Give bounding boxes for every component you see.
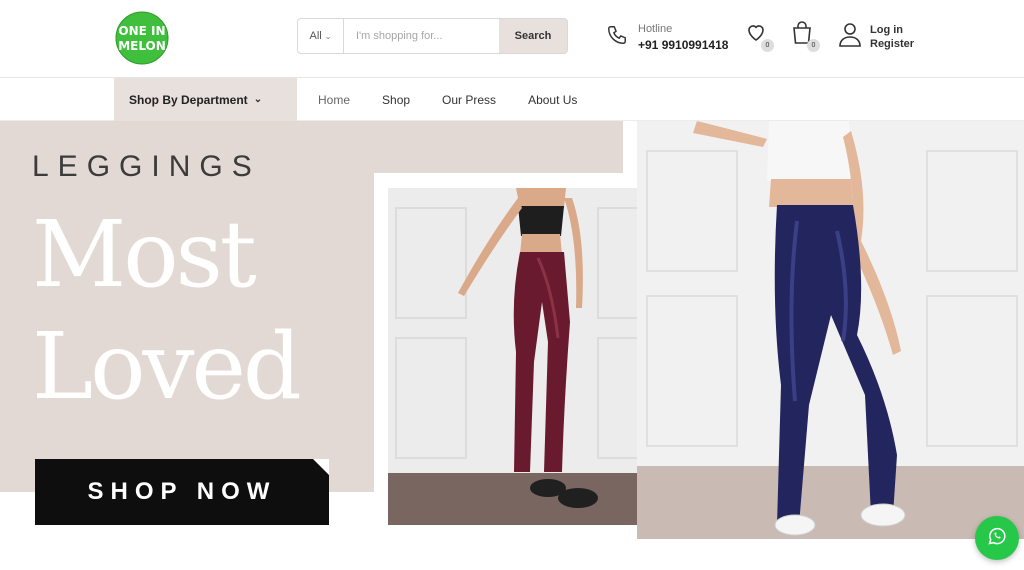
hero-photo-navy-leggings	[637, 121, 1024, 539]
search-input[interactable]	[344, 19, 499, 53]
hero-headline-line2: Loved	[32, 313, 302, 420]
whatsapp-icon	[987, 526, 1007, 551]
account-links: Log in Register	[838, 21, 914, 52]
hotline-label: Hotline	[638, 22, 673, 35]
hero-headline-line1: Most	[32, 201, 257, 308]
main-nav: Shop By Department ⌄ Home Shop Our Press…	[0, 78, 1024, 121]
user-icon	[838, 21, 862, 52]
search-bar: All ⌄ Search	[297, 18, 568, 54]
site-header: ONE IN MELON All ⌄ Search Hotline +91 99…	[0, 0, 1024, 78]
wishlist-count-badge: 0	[761, 39, 774, 52]
svg-text:MELON: MELON	[118, 39, 166, 53]
nav-menu: Home Shop Our Press About Us	[318, 78, 609, 121]
cart-button[interactable]: 0	[790, 20, 820, 52]
hero-banner: LEGGINGS Most Loved SHOP NOW	[0, 121, 1024, 570]
search-button[interactable]: Search	[499, 19, 567, 53]
chevron-down-icon: ⌄	[324, 31, 332, 41]
register-link[interactable]: Register	[870, 37, 914, 51]
brand-logo[interactable]: ONE IN MELON	[114, 10, 170, 66]
hero-photo-maroon-leggings	[388, 188, 677, 525]
hero-subtitle: LEGGINGS	[32, 150, 261, 183]
phone-icon	[606, 24, 628, 51]
search-category-label: All	[309, 30, 322, 42]
whatsapp-button[interactable]	[975, 516, 1019, 560]
nav-item-our-press[interactable]: Our Press	[442, 93, 496, 107]
shop-by-department-button[interactable]: Shop By Department ⌄	[114, 78, 297, 121]
login-link[interactable]: Log in	[870, 23, 914, 37]
search-category-select[interactable]: All ⌄	[298, 19, 344, 53]
department-label: Shop By Department	[129, 92, 248, 107]
wishlist-button[interactable]: 0	[744, 20, 774, 52]
nav-item-about-us[interactable]: About Us	[528, 93, 577, 107]
hotline-number: +91 9910991418	[638, 37, 729, 52]
nav-item-home[interactable]: Home	[318, 93, 350, 107]
nav-item-shop[interactable]: Shop	[382, 93, 410, 107]
shop-now-button[interactable]: SHOP NOW	[35, 459, 329, 525]
svg-text:ONE IN: ONE IN	[118, 24, 165, 38]
hotline[interactable]: Hotline +91 9910991418	[606, 20, 728, 54]
chevron-down-icon: ⌄	[253, 94, 263, 105]
cart-count-badge: 0	[807, 39, 820, 52]
